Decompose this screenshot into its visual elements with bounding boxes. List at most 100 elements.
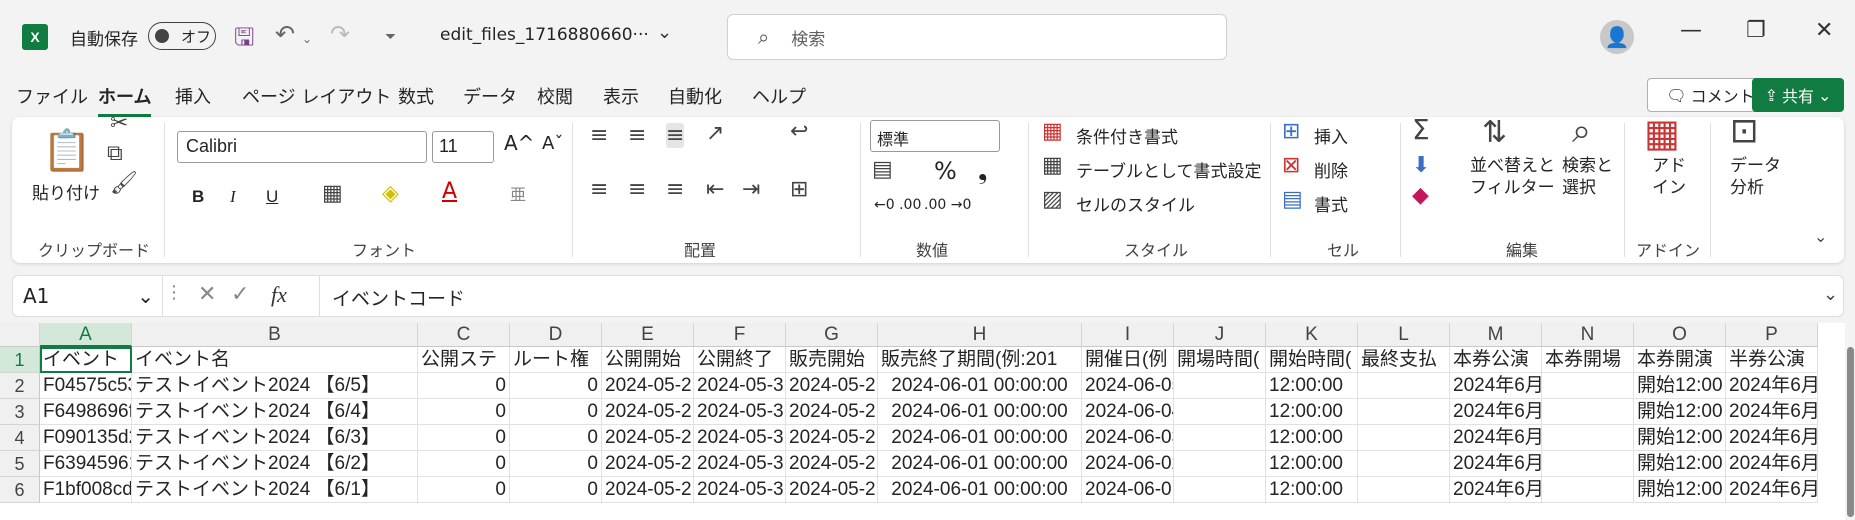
- cell-c1[interactable]: 公開ステ: [418, 347, 510, 373]
- cell-g3[interactable]: 2024-05-2: [786, 399, 878, 425]
- cell-f1[interactable]: 公開終了: [694, 347, 786, 373]
- fill-color-icon[interactable]: ◈: [382, 181, 399, 206]
- select-all-corner[interactable]: [0, 323, 40, 347]
- align-left-icon[interactable]: ≡: [590, 177, 608, 202]
- tab-home[interactable]: ホーム: [98, 83, 152, 117]
- sort-filter-line2[interactable]: フィルター: [1470, 173, 1555, 198]
- cell-a5[interactable]: F63945961: [40, 451, 132, 477]
- comma-button[interactable]: ❟: [978, 157, 987, 185]
- name-box-chevron-icon[interactable]: ⌄: [137, 284, 154, 308]
- cell-i4[interactable]: 2024-06-03: [1082, 425, 1174, 451]
- cell-d4[interactable]: 0: [510, 425, 602, 451]
- insert-cells-button[interactable]: 挿入: [1314, 123, 1348, 148]
- row-header[interactable]: 5: [0, 451, 40, 477]
- cell-p6[interactable]: 2024年6月: [1726, 477, 1818, 503]
- addins-line2[interactable]: イン: [1652, 173, 1686, 198]
- row-header[interactable]: 6: [0, 477, 40, 503]
- column-header-m[interactable]: M: [1450, 323, 1542, 347]
- cell-o2[interactable]: 開始12:00: [1634, 373, 1726, 399]
- cell-f4[interactable]: 2024-05-3: [694, 425, 786, 451]
- cell-i5[interactable]: 2024-06-02: [1082, 451, 1174, 477]
- cell-l4[interactable]: [1358, 425, 1450, 451]
- cell-f5[interactable]: 2024-05-3: [694, 451, 786, 477]
- column-header-f[interactable]: F: [694, 323, 786, 347]
- merge-center-icon[interactable]: ⊞: [790, 177, 808, 202]
- cell-o6[interactable]: 開始12:00: [1634, 477, 1726, 503]
- cell-e3[interactable]: 2024-05-2: [602, 399, 694, 425]
- font-color-icon[interactable]: A: [442, 179, 457, 204]
- cell-m6[interactable]: 2024年6月1日: [1450, 477, 1542, 503]
- cut-icon[interactable]: ✂: [110, 111, 128, 136]
- delete-cells-button[interactable]: 削除: [1314, 157, 1348, 182]
- clear-icon[interactable]: ◆: [1412, 183, 1429, 208]
- expand-formula-icon[interactable]: ⌄: [1823, 284, 1838, 305]
- cell-c5[interactable]: 0: [418, 451, 510, 477]
- cell-k1[interactable]: 開始時間(: [1266, 347, 1358, 373]
- cell-f6[interactable]: 2024-05-3: [694, 477, 786, 503]
- cell-k3[interactable]: 12:00:00: [1266, 399, 1358, 425]
- fill-icon[interactable]: ⬇: [1412, 153, 1430, 178]
- cell-k2[interactable]: 12:00:00: [1266, 373, 1358, 399]
- column-header-b[interactable]: B: [132, 323, 418, 347]
- cell-n2[interactable]: [1542, 373, 1634, 399]
- tab-automate[interactable]: 自動化: [668, 83, 722, 109]
- paste-icon[interactable]: 📋: [42, 127, 92, 174]
- cell-i2[interactable]: 2024-06-05: [1082, 373, 1174, 399]
- cell-j5[interactable]: [1174, 451, 1266, 477]
- cell-n1[interactable]: 本券開場: [1542, 347, 1634, 373]
- column-header-i[interactable]: I: [1082, 323, 1174, 347]
- cell-n6[interactable]: [1542, 477, 1634, 503]
- data-analysis-line2[interactable]: 分析: [1730, 173, 1764, 198]
- cell-l2[interactable]: [1358, 373, 1450, 399]
- wrap-text-icon[interactable]: ↩: [790, 119, 808, 144]
- conditional-format-button[interactable]: 条件付き書式: [1076, 123, 1178, 148]
- cell-m1[interactable]: 本券公演: [1450, 347, 1542, 373]
- italic-button[interactable]: I: [230, 187, 236, 207]
- tab-data[interactable]: データ: [463, 83, 517, 109]
- cell-m5[interactable]: 2024年6月2日: [1450, 451, 1542, 477]
- cell-g2[interactable]: 2024-05-2: [786, 373, 878, 399]
- cell-g1[interactable]: 販売開始: [786, 347, 878, 373]
- cell-f3[interactable]: 2024-05-3: [694, 399, 786, 425]
- format-cells-button[interactable]: 書式: [1314, 191, 1348, 216]
- cell-p1[interactable]: 半券公演: [1726, 347, 1818, 373]
- column-header-o[interactable]: O: [1634, 323, 1726, 347]
- cell-p5[interactable]: 2024年6月: [1726, 451, 1818, 477]
- cell-o3[interactable]: 開始12:00: [1634, 399, 1726, 425]
- collapse-ribbon-icon[interactable]: ⌄: [1814, 227, 1827, 246]
- cell-a3[interactable]: F6498696f: [40, 399, 132, 425]
- cell-styles-button[interactable]: セルのスタイル: [1076, 191, 1195, 216]
- cell-l6[interactable]: [1358, 477, 1450, 503]
- cell-l1[interactable]: 最終支払: [1358, 347, 1450, 373]
- undo-icon[interactable]: ↶: [275, 20, 295, 48]
- cell-h1[interactable]: 販売終了期間(例:201: [878, 347, 1082, 373]
- formula-input[interactable]: イベントコード: [319, 276, 1809, 316]
- cell-j6[interactable]: [1174, 477, 1266, 503]
- orientation-icon[interactable]: ↗: [706, 121, 724, 146]
- cell-l5[interactable]: [1358, 451, 1450, 477]
- format-as-table-button[interactable]: テーブルとして書式設定: [1076, 157, 1261, 182]
- cell-a1[interactable]: イベント: [40, 347, 132, 373]
- cell-h2[interactable]: 2024-06-01 00:00:00: [878, 373, 1082, 399]
- cell-d6[interactable]: 0: [510, 477, 602, 503]
- row-header[interactable]: 2: [0, 373, 40, 399]
- tab-help[interactable]: ヘルプ: [752, 83, 806, 109]
- cell-m3[interactable]: 2024年6月4日: [1450, 399, 1542, 425]
- restore-button[interactable]: ❐: [1746, 18, 1766, 43]
- cell-b4[interactable]: テストイベント2024 【6/3】: [132, 425, 418, 451]
- cell-e5[interactable]: 2024-05-2: [602, 451, 694, 477]
- tab-formulas[interactable]: 数式: [398, 83, 434, 109]
- column-header-a[interactable]: A: [40, 323, 132, 347]
- cell-d3[interactable]: 0: [510, 399, 602, 425]
- cell-a6[interactable]: F1bf008cd: [40, 477, 132, 503]
- cell-p4[interactable]: 2024年6月: [1726, 425, 1818, 451]
- filename-chevron-icon[interactable]: ⌄: [657, 22, 672, 43]
- tab-file[interactable]: ファイル: [16, 83, 88, 109]
- column-header-k[interactable]: K: [1266, 323, 1358, 347]
- row-header[interactable]: 1: [0, 347, 40, 373]
- find-select-line2[interactable]: 選択: [1562, 173, 1596, 198]
- decrease-indent-icon[interactable]: ⇤: [706, 177, 724, 202]
- cell-i6[interactable]: 2024-06-01: [1082, 477, 1174, 503]
- cancel-icon[interactable]: ✕: [198, 282, 216, 307]
- tab-review[interactable]: 校閲: [537, 83, 573, 109]
